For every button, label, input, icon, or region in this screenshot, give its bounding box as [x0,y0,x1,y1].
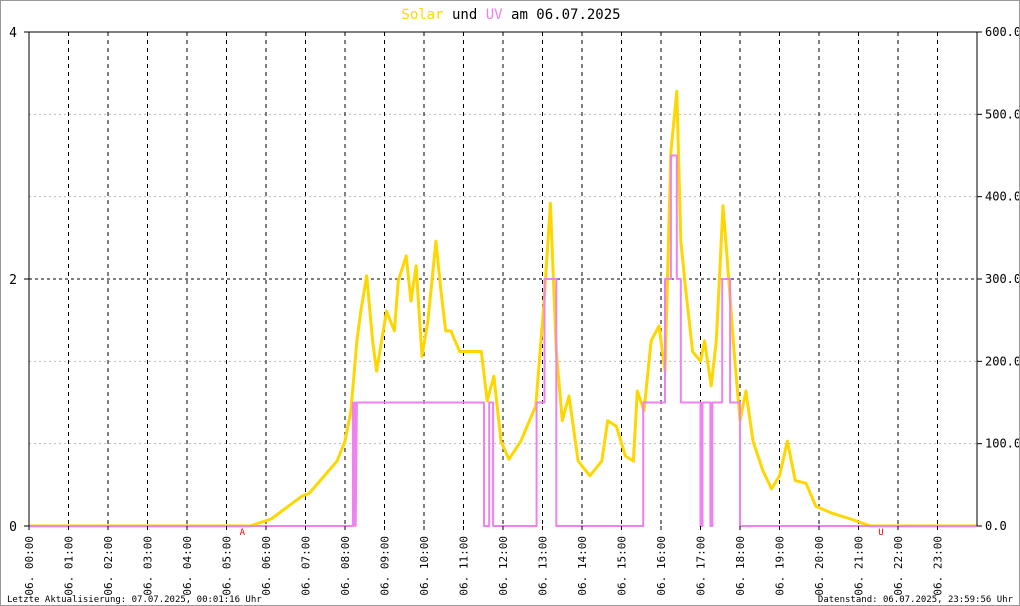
last-update-text: Letzte Aktualisierung: 07.07.2025, 00:01… [7,595,262,605]
title-und: und [452,7,477,23]
marker-a: A [240,528,246,538]
right-tick-label: 400.0 [985,190,1020,204]
x-tick-label: 06. 21:00 [853,536,866,596]
title-uv: UV [486,7,503,23]
x-tick-label: 06. 00:00 [23,536,36,596]
right-tick-label: 500.0 [985,107,1020,121]
right-tick-label: 300.0 [985,272,1020,286]
chart-window: Solar und UV am 06.07.2025 0.0 100.0 200.0… [0,0,1020,606]
x-tick-label: 06. 04:00 [181,536,194,596]
x-tick-label: 06. 20:00 [813,536,826,596]
x-tick-label: 06. 18:00 [734,536,747,596]
x-tick-label: 06. 23:00 [932,536,945,596]
data-status-text: Datenstand: 06.07.2025, 23:59:56 Uhr [818,595,1014,605]
x-tick-label: 06. 09:00 [379,536,392,596]
x-tick-label: 06. 16:00 [655,536,668,596]
x-tick-label: 06. 19:00 [774,536,787,596]
x-tick-label: 06. 06:00 [260,536,273,596]
right-tick-label: 0.0 [985,519,1007,533]
x-tick-label: 06. 05:00 [221,536,234,596]
left-tick-label: 2 [9,273,17,288]
x-tick-label: 06. 02:00 [102,536,115,596]
x-tick-label: 06. 15:00 [616,536,629,596]
x-tick-label: 06. 22:00 [892,536,905,596]
x-tick-label: 06. 12:00 [497,536,510,596]
right-tick-label: 100.0 [985,437,1020,451]
right-tick-label: 600.0 [985,25,1020,39]
x-tick-label: 06. 14:00 [576,536,589,596]
title-date: am 06.07.2025 [511,7,621,23]
left-tick-label: 4 [9,26,17,41]
x-tick-label: 06. 07:00 [300,536,313,596]
series-solar-line [29,89,977,528]
marker-u: U [878,528,883,538]
right-tick-label: 200.0 [985,354,1020,368]
x-tick-label: 06. 10:00 [418,536,431,596]
x-tick-label: 06. 13:00 [537,536,550,596]
chart-title: Solar und UV am 06.07.2025 [401,7,620,23]
x-tick-label: 06. 08:00 [339,536,352,596]
x-tick-label: 06. 01:00 [63,536,76,596]
x-tick-label: 06. 17:00 [695,536,708,596]
x-tick-label: 06. 03:00 [142,536,155,596]
x-tick-label: 06. 11:00 [458,536,471,596]
left-tick-label: 0 [9,520,17,535]
solar-uv-chart: Solar und UV am 06.07.2025 0.0 100.0 200.0… [7,7,1020,605]
title-solar: Solar [401,7,443,23]
